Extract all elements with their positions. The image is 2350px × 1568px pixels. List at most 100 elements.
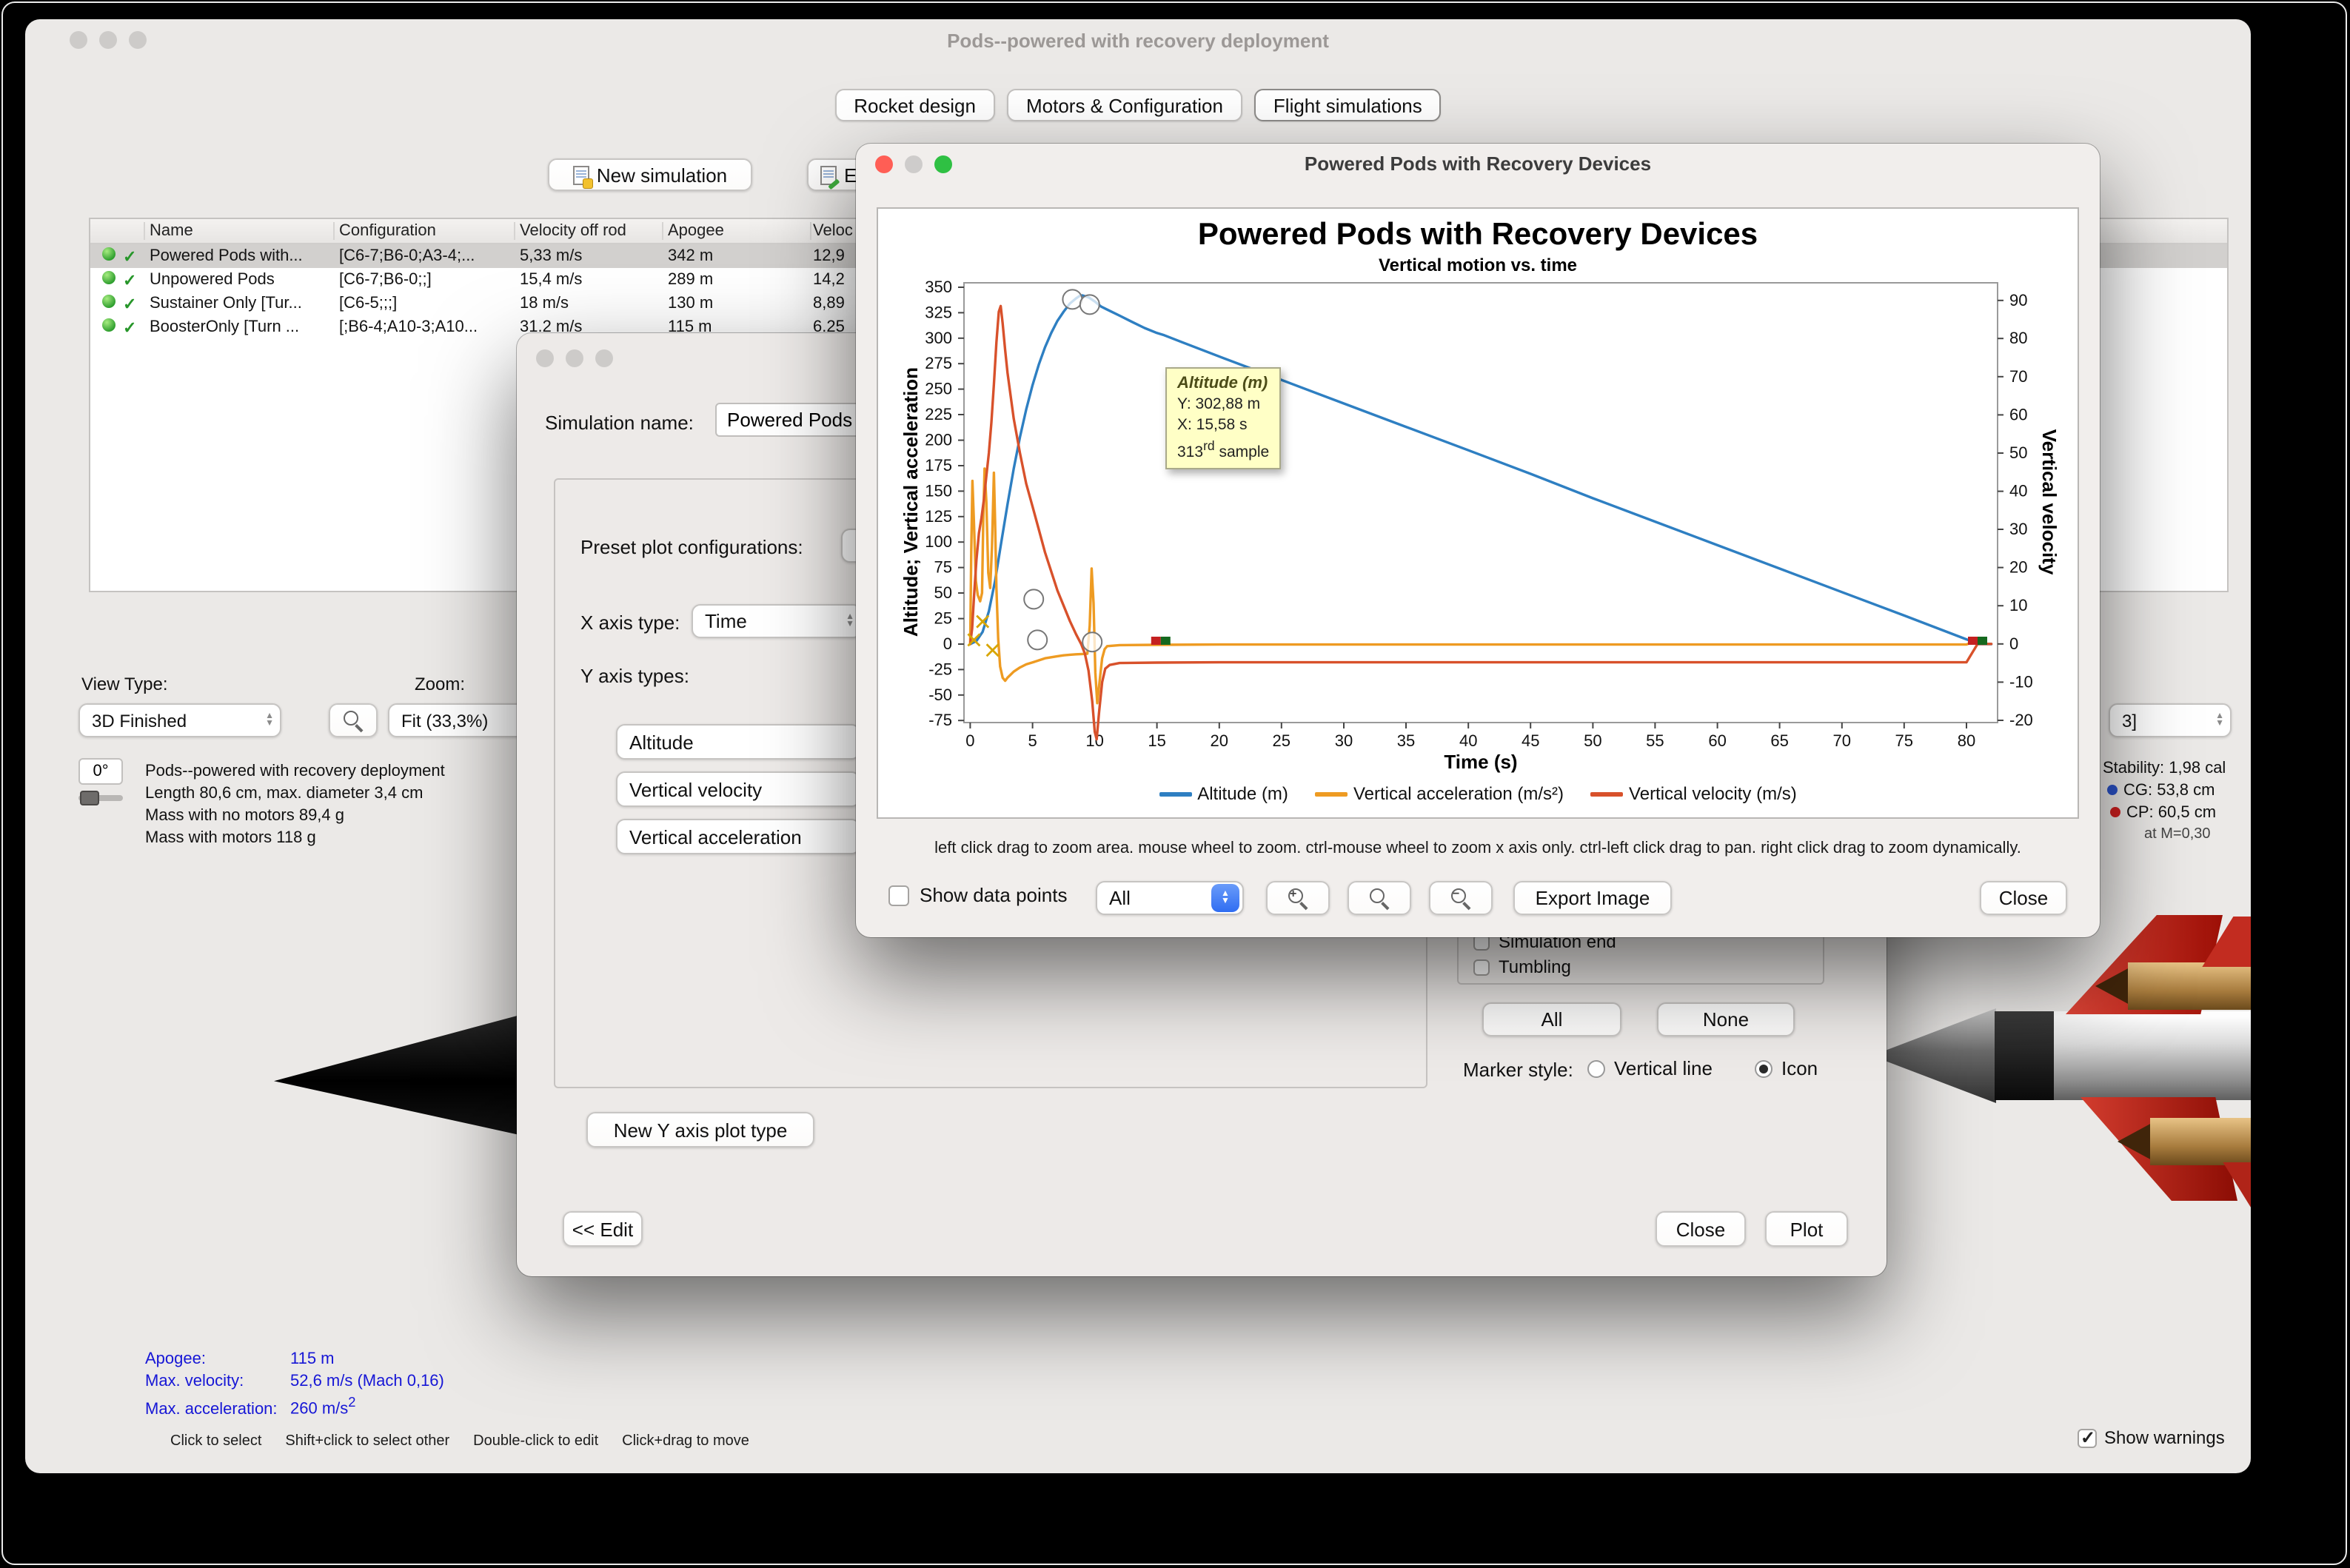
rotation-angle-box: 0° — [78, 758, 123, 785]
edit-simulation-icon — [820, 165, 837, 184]
x-axis-type-select[interactable]: Time ▲ ▼ — [692, 604, 862, 638]
marker-icon-option[interactable]: Icon — [1755, 1057, 1818, 1079]
col-velocity-off-rod[interactable]: Velocity off rod — [520, 222, 626, 240]
uptodate-check-icon: ✓ — [123, 272, 137, 290]
status-ok-icon — [102, 295, 116, 308]
show-warnings-label: Show warnings — [2104, 1427, 2225, 1448]
svg-text:-25: -25 — [928, 660, 952, 678]
y-axis-types-label: Y axis types: — [580, 665, 689, 687]
rocket-info-line: Length 80,6 cm, max. diameter 3,4 cm — [145, 785, 424, 803]
legend-label: Vertical acceleration (m/s²) — [1353, 783, 1564, 804]
svg-text:0: 0 — [965, 731, 974, 750]
plot-help-text: left click drag to zoom area. mouse whee… — [934, 840, 2021, 857]
svg-text:60: 60 — [2009, 405, 2027, 423]
events-none-button[interactable]: None — [1657, 1002, 1795, 1036]
legend-item: Vertical velocity (m/s) — [1590, 783, 1797, 804]
radio-icon[interactable] — [1587, 1059, 1605, 1077]
rocket-info: Pods--powered with recovery deployment L… — [145, 761, 445, 850]
x-axis-type-label: X axis type: — [580, 612, 680, 634]
rocket-body-cone — [1872, 1008, 1996, 1103]
close-plot-button[interactable]: Close — [1980, 881, 2067, 915]
svg-text:65: 65 — [1770, 731, 1788, 750]
y-axis-type-select[interactable]: Vertical velocity — [616, 771, 860, 807]
datapoint-tooltip: Altitude (m) Y: 302,88 m X: 15,58 s 313r… — [1165, 367, 1282, 469]
chevron-updown-icon: ▲▼ — [1211, 884, 1239, 912]
rotation-slider[interactable] — [78, 791, 123, 805]
minimize-window-icon[interactable] — [566, 349, 583, 367]
status-ok-icon — [102, 318, 116, 332]
legend-item: Vertical acceleration (m/s²) — [1314, 783, 1564, 804]
y-axis-type-select[interactable]: Vertical acceleration — [616, 819, 860, 854]
new-simulation-icon — [572, 165, 592, 187]
show-data-points-checkbox[interactable] — [888, 885, 909, 905]
svg-text:80: 80 — [1958, 731, 1975, 750]
zoom-in-icon: + — [1288, 888, 1308, 908]
pod-bottom-tube — [2150, 1118, 2251, 1165]
svg-text:70: 70 — [1833, 731, 1851, 750]
svg-text:0: 0 — [2009, 634, 2018, 653]
chevron-updown-icon: ▲▼ — [846, 613, 854, 629]
plot-button[interactable]: Plot — [1765, 1211, 1848, 1247]
flight-config-select[interactable]: 3] ▲ ▼ — [2109, 703, 2232, 737]
rocket-3d-view[interactable] — [1847, 893, 2251, 1219]
svg-text:200: 200 — [925, 431, 952, 449]
svg-text:50: 50 — [2009, 443, 2027, 462]
stat-max-acceleration: Max. acceleration: 260 m/s2 — [145, 1395, 356, 1418]
col-name[interactable]: Name — [150, 222, 193, 240]
show-warnings-checkbox[interactable] — [2078, 1427, 2097, 1447]
zoom-in-button[interactable]: + — [1266, 881, 1330, 915]
show-data-points-control[interactable]: Show data points — [888, 884, 1067, 906]
svg-text:275: 275 — [925, 354, 952, 372]
new-y-axis-plot-type-button[interactable]: New Y axis plot type — [586, 1112, 814, 1147]
rocket-info-line: Mass with motors 118 g — [145, 829, 316, 847]
view-type-select[interactable]: 3D Finished ▲ ▼ — [78, 703, 281, 737]
edit-back-button[interactable]: << Edit — [563, 1211, 643, 1247]
status-hints: Click to select Shift+click to select ot… — [170, 1433, 749, 1450]
hint: Click to select — [170, 1433, 262, 1450]
svg-text:30: 30 — [1335, 731, 1353, 750]
plot-dialog-title: Powered Pods with Recovery Devices — [1304, 153, 1652, 175]
col-configuration[interactable]: Configuration — [339, 222, 436, 240]
hint: Shift+click to select other — [285, 1433, 450, 1450]
zoom-fit-button[interactable] — [329, 703, 378, 737]
col-velocity-deployment[interactable]: Veloc — [813, 222, 853, 240]
close-button[interactable]: Close — [1656, 1211, 1746, 1247]
close-window-icon[interactable] — [536, 349, 554, 367]
hint: Double-click to edit — [473, 1433, 599, 1450]
rocket-nose-render[interactable] — [274, 1014, 523, 1136]
titlebar[interactable]: Pods--powered with recovery deployment — [25, 19, 2251, 61]
chevron-updown-icon: ▲▼ — [265, 712, 274, 728]
export-image-button[interactable]: Export Image — [1513, 881, 1672, 915]
radio-selected-icon[interactable] — [1755, 1059, 1772, 1077]
svg-text:30: 30 — [2009, 520, 2027, 538]
events-all-button[interactable]: All — [1482, 1002, 1621, 1036]
zoom-out-button[interactable]: − — [1429, 881, 1493, 915]
show-warnings-control[interactable]: Show warnings — [2078, 1427, 2225, 1448]
flight-plot[interactable]: 0 5 10 15 20 25 30 35 40 45 50 55 60 65 70 75 80 -75 -50 -2… — [878, 209, 2080, 820]
view-type-label: View Type: — [81, 674, 168, 694]
rocket-info-line: Mass with no motors 89,4 g — [145, 807, 345, 825]
svg-text:40: 40 — [2009, 482, 2027, 500]
series-select[interactable]: All ▲ ▼ — [1096, 881, 1244, 915]
pod-top-tube — [2128, 962, 2251, 1010]
zoom-reset-button[interactable] — [1348, 881, 1411, 915]
tooltip-sample: 313rd sample — [1177, 438, 1270, 461]
y-axis-type-select[interactable]: Altitude — [616, 724, 860, 760]
tooltip-x: X: 15,58 s — [1177, 416, 1248, 434]
svg-text:75: 75 — [1895, 731, 1913, 750]
rotation-slider-thumb[interactable] — [80, 791, 99, 805]
new-simulation-button[interactable]: New simulation — [548, 158, 752, 191]
zoom-label: Zoom: — [415, 674, 466, 694]
tab-rocket-design[interactable]: Rocket design — [834, 89, 995, 121]
tab-motors-configuration[interactable]: Motors & Configuration — [1007, 89, 1242, 121]
y-axis-right-label: Vertical velocity — [2038, 429, 2061, 575]
marker-vertical-line-option[interactable]: Vertical line — [1587, 1057, 1713, 1079]
hint: Click+drag to move — [622, 1433, 749, 1450]
tab-flight-simulations[interactable]: Flight simulations — [1253, 89, 1442, 121]
svg-text:90: 90 — [2009, 291, 2027, 309]
svg-text:35: 35 — [1397, 731, 1415, 750]
col-apogee[interactable]: Apogee — [668, 222, 724, 240]
event-checkbox[interactable] — [1473, 959, 1490, 975]
zoom-window-icon[interactable] — [595, 349, 613, 367]
event-item[interactable]: Tumbling — [1473, 956, 1571, 977]
